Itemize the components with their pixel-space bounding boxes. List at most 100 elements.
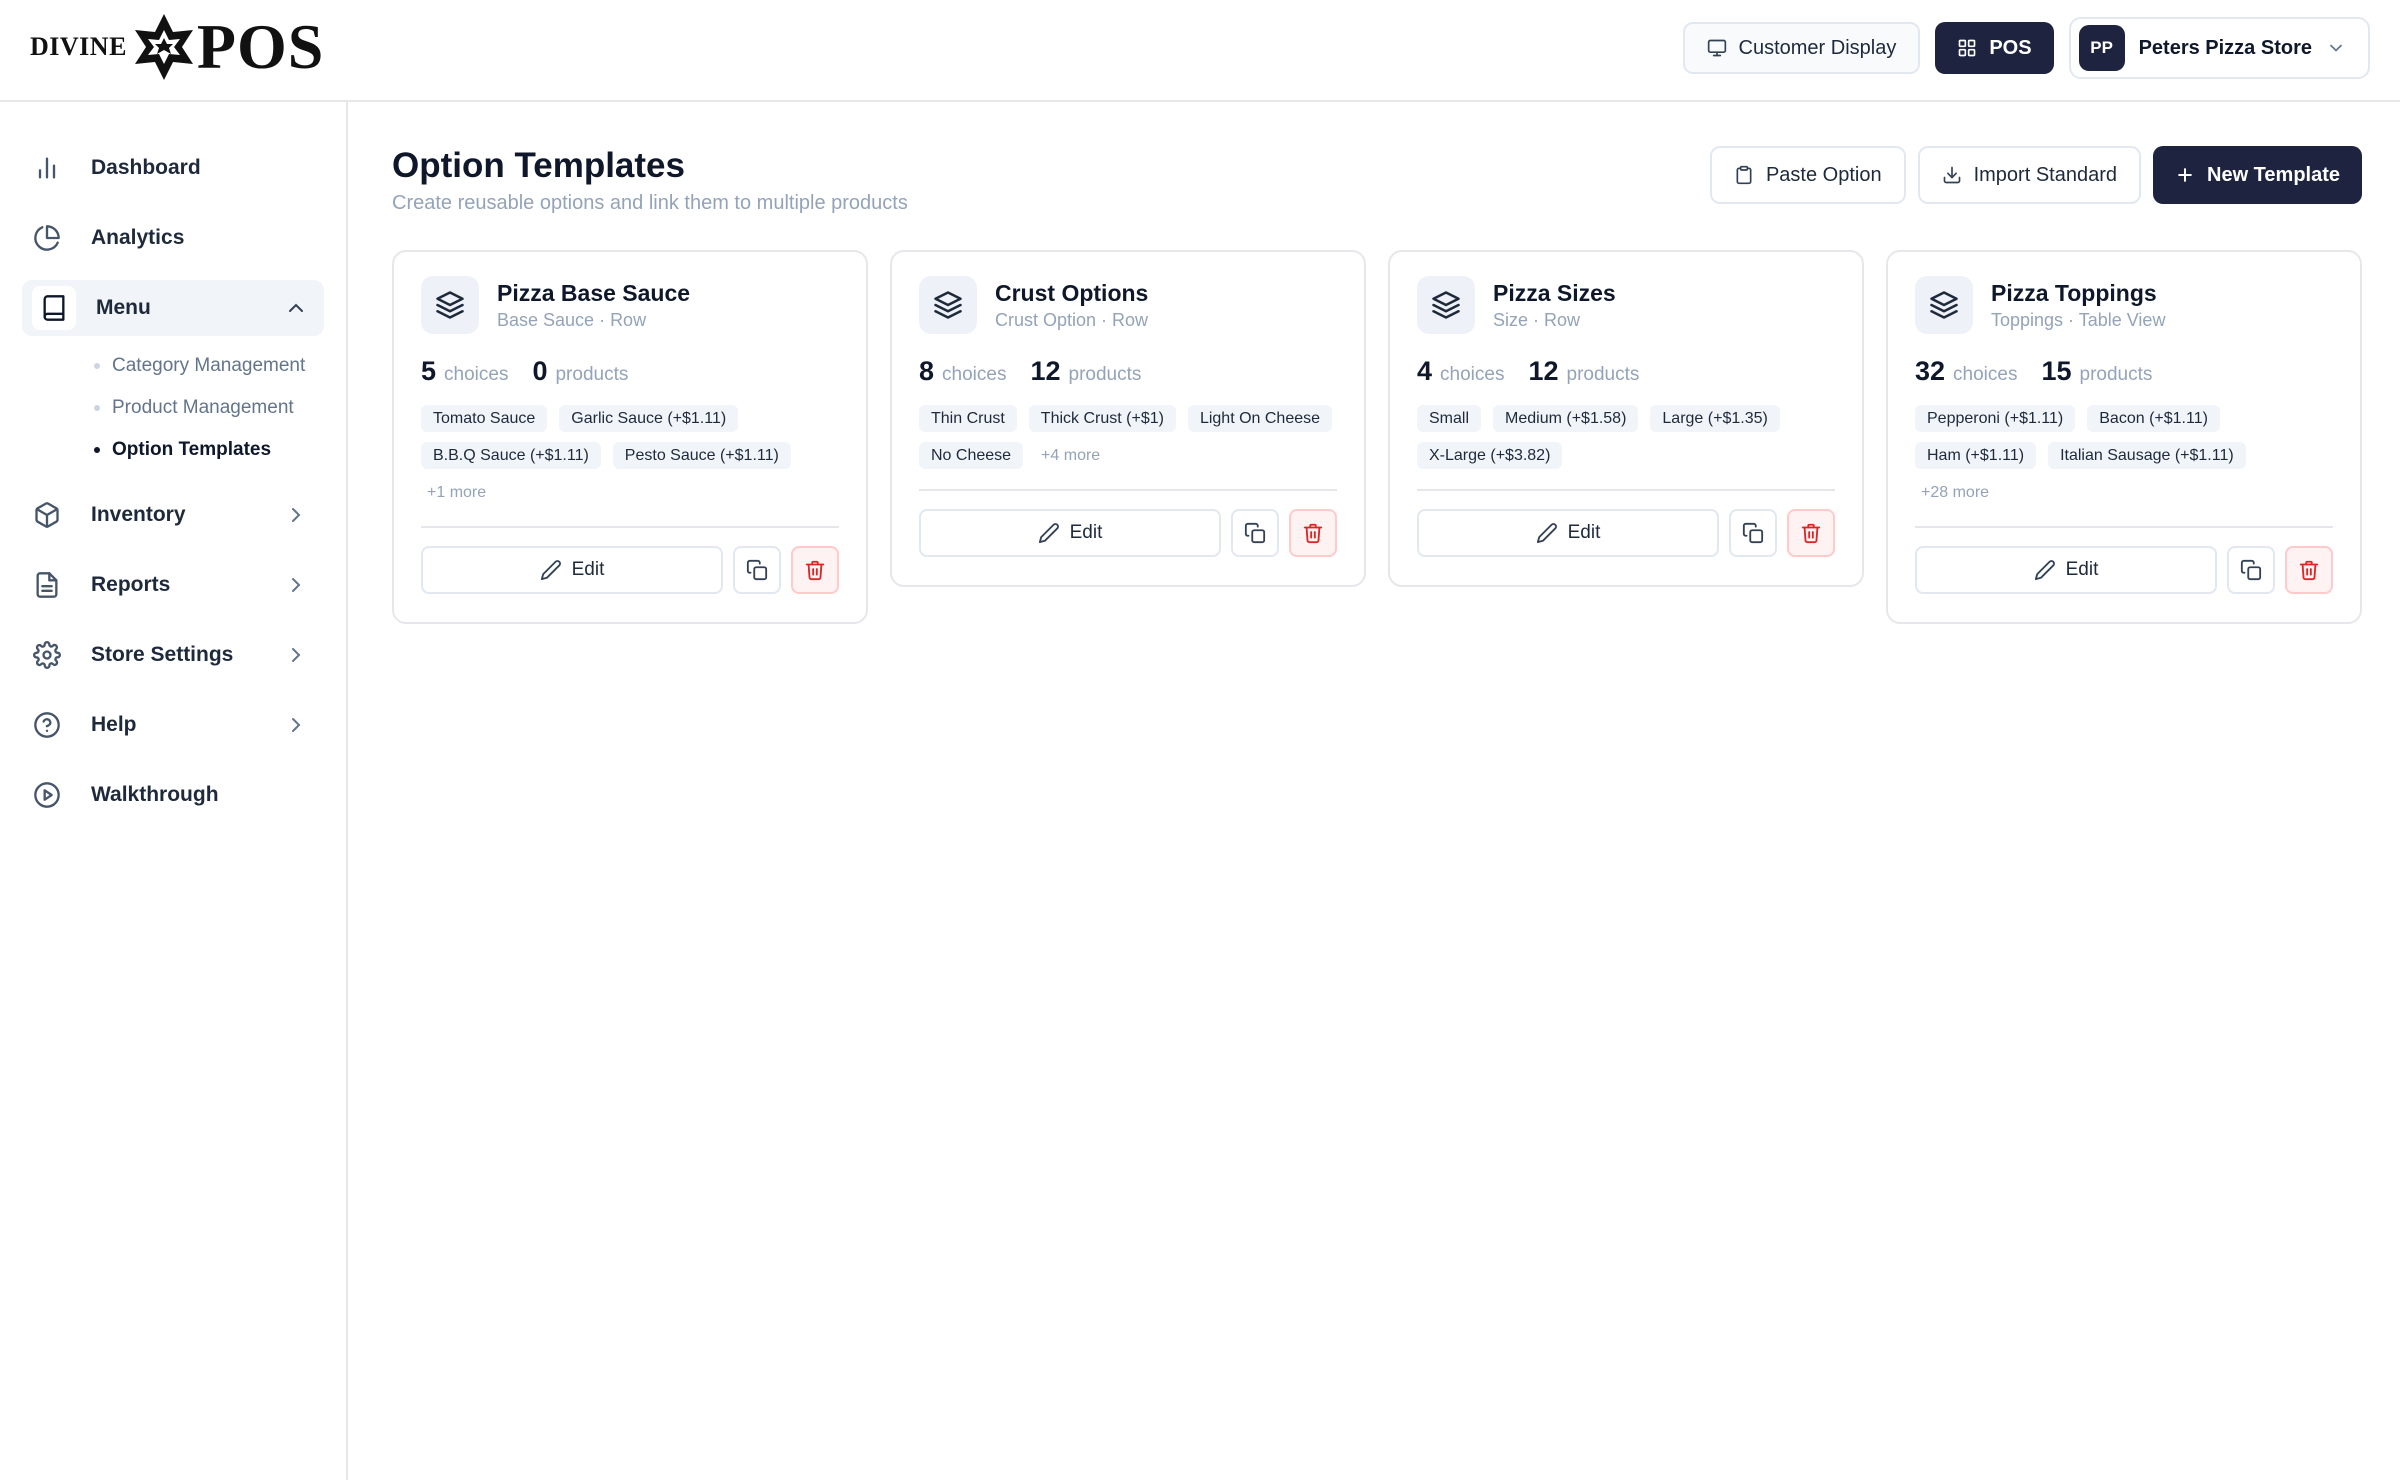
choices-label: choices [942,364,1007,385]
sidebar-item-help[interactable]: Help [30,697,324,753]
option-chip: Garlic Sauce (+$1.11) [559,405,739,432]
template-card-crust-options: Crust Options Crust Option · Row 8 choice… [890,250,1366,587]
import-standard-button[interactable]: Import Standard [1917,146,2141,204]
option-chip: Ham (+$1.11) [1915,442,2037,469]
pencil-icon [1038,523,1059,544]
sidebar-item-label: Reports [91,573,171,596]
new-template-label: New Template [2207,163,2340,186]
delete-button[interactable] [2285,546,2333,594]
delete-button[interactable] [1787,509,1835,557]
box-icon [30,498,64,532]
layers-icon [421,276,479,334]
duplicate-button[interactable] [733,546,781,594]
card-title: Pizza Sizes [1493,279,1616,306]
choices-label: choices [444,364,509,385]
paste-option-button[interactable]: Paste Option [1709,146,1906,204]
copy-icon [2240,559,2262,581]
store-name: Peters Pizza Store [2138,36,2312,59]
option-chip: Pesto Sauce (+$1.11) [612,442,791,469]
plus-icon [2178,168,2192,182]
brand-word-right: POS [196,11,325,82]
customer-display-label: Customer Display [1738,36,1897,59]
edit-label: Edit [1567,522,1601,543]
trash-icon [2299,560,2319,581]
brand-word-left: DIVINE [30,32,127,61]
products-count: 15 [2041,356,2072,386]
option-chip: B.B.Q Sauce (+$1.11) [421,442,601,469]
template-card-pizza-sizes: Pizza Sizes Size · Row 4 choices 12 produc… [1388,250,1864,587]
pos-label: POS [1989,36,2032,59]
sidebar-item-walkthrough[interactable]: Walkthrough [30,767,324,823]
option-chip: Light On Cheese [1187,405,1333,432]
edit-button[interactable]: Edit [421,546,723,594]
more-count: +28 more [1921,483,1990,501]
pencil-icon [540,560,561,581]
sidebar-item-label: Help [91,713,137,736]
sidebar-subitem-label: Product Management [112,397,294,418]
store-selector[interactable]: PP Peters Pizza Store [2068,17,2370,79]
edit-button[interactable]: Edit [1417,509,1719,557]
sidebar-item-inventory[interactable]: Inventory [30,487,324,543]
sidebar-item-analytics[interactable]: Analytics [30,210,324,266]
option-chip: Large (+$1.35) [1650,405,1780,432]
sidebar-subitem-option-templates[interactable]: Option Templates [94,435,271,465]
card-title: Pizza Base Sauce [497,279,691,306]
trash-icon [1801,523,1821,544]
option-chip: Bacon (+$1.11) [2087,405,2220,432]
sidebar-subitem-product-management[interactable]: Product Management [94,393,294,423]
bar-chart-icon [30,151,64,185]
copy-icon [746,559,768,581]
template-card-grid: Pizza Base Sauce Base Sauce · Row 5 choic… [392,250,2362,624]
option-chip: Medium (+$1.58) [1493,405,1639,432]
pos-button[interactable]: POS [1935,22,2054,74]
chevron-down-icon [2330,44,2342,52]
sidebar-subitem-label: Category Management [112,355,306,376]
delete-button[interactable] [791,546,839,594]
sidebar-subitem-category-management[interactable]: Category Management [94,351,305,381]
edit-label: Edit [1069,522,1103,543]
card-meta: Crust Option · Row [995,309,1149,330]
option-chip: Small [1417,405,1482,432]
card-title: Pizza Toppings [1991,279,2157,306]
copy-icon [1244,522,1266,544]
delete-button[interactable] [1289,509,1337,557]
edit-button[interactable]: Edit [919,509,1221,557]
sidebar-item-menu[interactable]: Menu [22,280,324,336]
help-circle-icon [30,708,64,742]
sidebar: Dashboard Analytics Menu Category Manage… [0,102,348,1480]
sidebar-item-label: Inventory [91,503,186,526]
edit-label: Edit [2065,559,2099,580]
sidebar-item-label: Walkthrough [91,783,219,806]
products-label: products [1566,364,1640,385]
brand-logo[interactable]: DIVINE POS [30,10,324,84]
option-chip: Pepperoni (+$1.11) [1915,405,2076,432]
layers-icon [919,276,977,334]
products-count: 0 [532,356,548,386]
products-label: products [2079,364,2153,385]
star-logo-icon [134,14,193,80]
sidebar-item-store-settings[interactable]: Store Settings [30,627,324,683]
copy-icon [1742,522,1764,544]
page-subtitle: Create reusable options and link them to… [392,192,908,214]
book-icon [32,286,76,330]
top-bar: DIVINE POS Customer Display POS PP Peter… [0,0,2400,102]
grid-icon [1958,39,1976,57]
choices-count: 8 [919,356,935,386]
products-label: products [1068,364,1142,385]
edit-button[interactable]: Edit [1915,546,2217,594]
gear-icon [30,638,64,672]
play-circle-icon [30,778,64,812]
card-title: Crust Options [995,279,1149,306]
page-title: Option Templates [392,146,685,185]
customer-display-button[interactable]: Customer Display [1682,22,1921,74]
duplicate-button[interactable] [2227,546,2275,594]
bullet-dot [94,405,100,411]
sidebar-item-dashboard[interactable]: Dashboard [30,140,324,196]
duplicate-button[interactable] [1729,509,1777,557]
page-actions: Paste Option Import Standard New Templat… [1709,146,2362,204]
sidebar-item-reports[interactable]: Reports [30,557,324,613]
option-chip: Thin Crust [919,405,1017,432]
more-count: +1 more [427,483,487,501]
new-template-button[interactable]: New Template [2153,146,2362,204]
duplicate-button[interactable] [1231,509,1279,557]
